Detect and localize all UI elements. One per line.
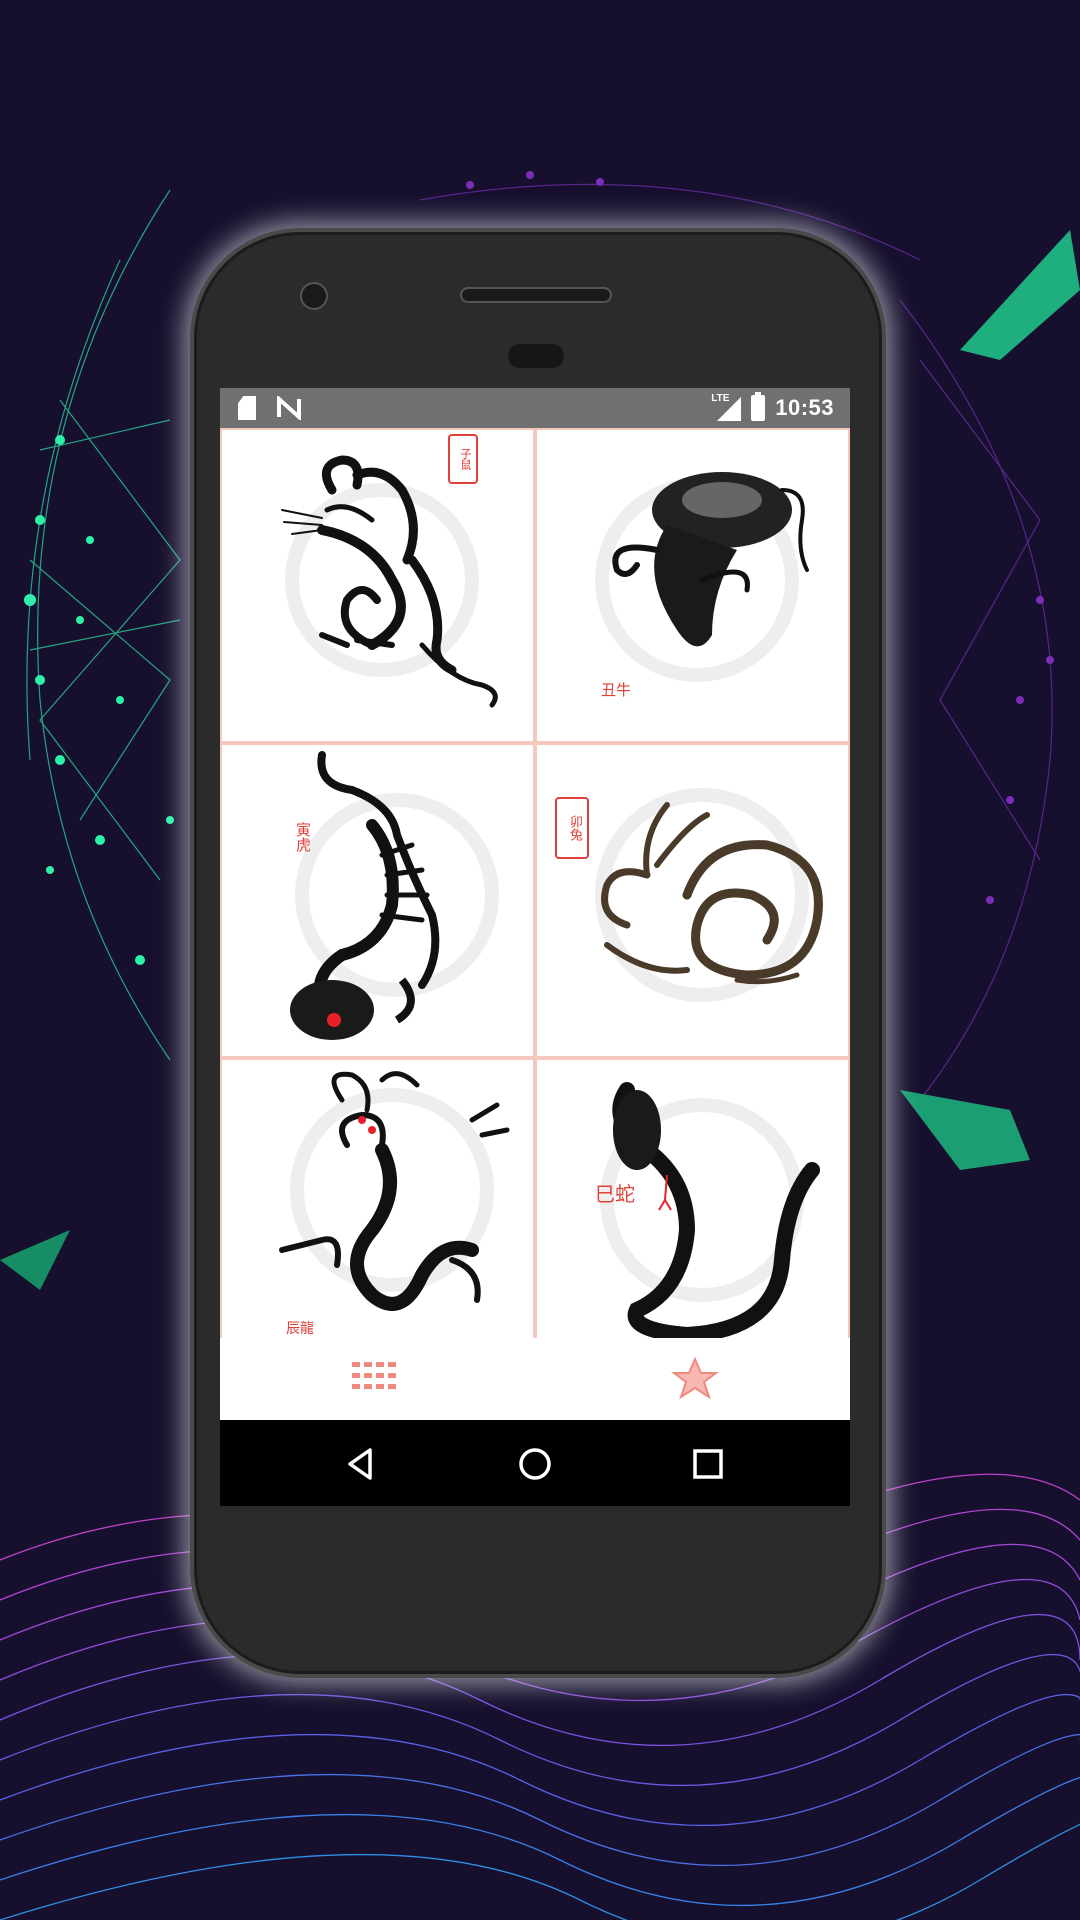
seal-stamp: 卯兔 <box>555 797 589 859</box>
snake-illustration <box>600 1082 820 1344</box>
zodiac-cell-rabbit[interactable]: 卯兔 <box>537 745 848 1056</box>
seal-stamp: 巳蛇 <box>595 1182 635 1206</box>
home-circle-icon <box>519 1448 551 1480</box>
star-icon <box>671 1356 719 1400</box>
system-navigation-bar <box>220 1420 850 1506</box>
recents-button[interactable] <box>688 1444 728 1484</box>
proximity-sensor <box>508 344 564 368</box>
sd-card-icon <box>238 396 256 420</box>
tiger-illustration <box>290 751 499 1040</box>
home-button[interactable] <box>515 1444 555 1484</box>
rat-illustration <box>281 455 498 708</box>
front-camera <box>300 282 328 310</box>
clock: 10:53 <box>775 395 834 420</box>
seal-stamp: 丑牛 <box>600 681 631 699</box>
tab-favorites[interactable] <box>670 1356 720 1400</box>
ox-illustration <box>595 472 809 682</box>
notification-n-icon <box>276 394 302 422</box>
status-bar: LTE 10:53 <box>220 388 850 428</box>
zodiac-grid: 子鼠 丑牛 寅虎 卯兔 辰龍 巳蛇 <box>220 428 850 1371</box>
grid-seal-icon <box>352 1362 396 1389</box>
zodiac-cell-ox[interactable]: 丑牛 <box>537 430 848 741</box>
recents-square-icon <box>693 1449 723 1479</box>
zodiac-cell-rat[interactable]: 子鼠 <box>222 430 533 741</box>
rabbit-illustration <box>595 788 823 1002</box>
seal-stamp: 子鼠 <box>448 434 478 484</box>
dragon-illustration <box>279 1071 510 1311</box>
seal-stamp: 寅虎 <box>294 822 312 852</box>
back-triangle-icon <box>348 1448 372 1480</box>
zodiac-cell-snake[interactable]: 巳蛇 <box>537 1060 848 1371</box>
lte-signal-icon: LTE <box>711 393 742 423</box>
phone-screen: LTE 10:53 子鼠 丑牛 寅虎 卯兔 辰龍 巳蛇 <box>220 388 850 1506</box>
battery-icon <box>751 392 766 421</box>
back-button[interactable] <box>342 1444 382 1484</box>
zodiac-cell-tiger[interactable]: 寅虎 <box>222 745 533 1056</box>
zodiac-cell-dragon[interactable]: 辰龍 <box>222 1060 533 1371</box>
earpiece-speaker <box>460 287 612 303</box>
tab-zodiac-grid[interactable] <box>350 1356 400 1400</box>
bottom-tab-bar <box>220 1338 850 1420</box>
